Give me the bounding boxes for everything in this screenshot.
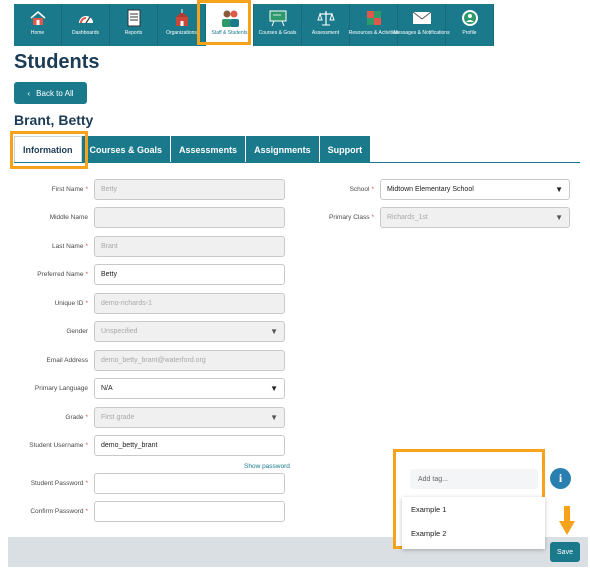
gauge-icon — [76, 8, 96, 28]
school-label: School — [349, 186, 370, 193]
nav-label: Home — [30, 30, 45, 36]
page-title: Students — [14, 51, 100, 73]
email-label: Email Address — [46, 357, 88, 364]
nav-label: Organizations — [166, 30, 197, 36]
password-row: Student Password * — [14, 473, 285, 494]
top-navigation: Home Dashboards Reports Organizations St… — [8, 4, 588, 46]
middle-name-field — [94, 207, 285, 228]
student-name-heading: Brant, Betty — [14, 112, 94, 128]
primary-language-row: Primary Language N/A ▼ — [14, 378, 285, 399]
nav-item-messages-notifications[interactable]: Messages & Notifications — [393, 4, 450, 46]
school-row: School * Midtown Elementary School ▼ — [300, 179, 570, 200]
caret-down-icon: ▼ — [270, 384, 278, 393]
password-input[interactable] — [94, 473, 285, 494]
middle-name-label: Middle Name — [49, 214, 88, 221]
nav-item-dashboards[interactable]: Dashboards — [62, 4, 110, 46]
nav-item-organizations[interactable]: Organizations — [158, 4, 206, 46]
house-icon — [28, 8, 48, 28]
primary-language-label: Primary Language — [34, 385, 88, 392]
nav-item-home[interactable]: Home — [14, 4, 62, 46]
grade-row: Grade * First grade ▼ — [14, 407, 285, 428]
caret-down-icon: ▼ — [555, 185, 563, 194]
school-building-icon — [172, 8, 192, 28]
username-input[interactable]: demo_betty_brant — [94, 435, 285, 456]
confirm-password-row: Confirm Password * — [14, 501, 285, 522]
nav-item-staff-students[interactable]: Staff & Students — [206, 4, 254, 46]
tag-options-list: Example 1 Example 2 — [402, 497, 545, 549]
nav-item-courses-goals[interactable]: Courses & Goals — [254, 4, 302, 46]
unique-id-field: demo-richards-1 — [94, 293, 285, 314]
add-tag-input[interactable]: Add tag... — [410, 469, 538, 489]
back-to-all-button[interactable]: ‹ Back to All — [14, 82, 87, 104]
first-name-label: First Name — [51, 186, 84, 193]
tab-bar: Information Courses & Goals Assessments … — [14, 136, 372, 163]
nav-label: Assessment — [311, 30, 340, 36]
caret-down-icon: ▼ — [555, 213, 563, 222]
profile-icon — [460, 8, 480, 28]
email-field: demo_betty_brant@waterford.org — [94, 350, 285, 371]
gender-label: Gender — [66, 328, 88, 335]
last-name-field: Brant — [94, 236, 285, 257]
tab-information[interactable]: Information — [14, 136, 82, 163]
unique-id-row: Unique ID * demo-richards-1 — [14, 293, 285, 314]
primary-language-select[interactable]: N/A ▼ — [94, 378, 285, 399]
tab-support[interactable]: Support — [319, 136, 372, 163]
arrow-down-icon — [559, 506, 575, 535]
preferred-name-input[interactable]: Betty — [94, 264, 285, 285]
scales-icon — [316, 8, 336, 28]
tab-assessments[interactable]: Assessments — [171, 136, 247, 163]
nav-item-assessment[interactable]: Assessment — [302, 4, 350, 46]
envelope-icon — [412, 8, 432, 28]
email-row: Email Address demo_betty_brant@waterford… — [14, 350, 285, 371]
preferred-name-row: Preferred Name * Betty — [14, 264, 285, 285]
caret-down-icon: ▼ — [270, 413, 278, 422]
username-label: Student Username — [29, 442, 84, 449]
tab-courses-goals[interactable]: Courses & Goals — [81, 136, 172, 163]
show-password-link[interactable]: Show password — [244, 463, 290, 470]
last-name-label: Last Name — [52, 243, 84, 250]
back-button-label: Back to All — [36, 88, 74, 98]
preferred-name-label: Preferred Name — [37, 271, 84, 278]
nav-bar: Home Dashboards Reports Organizations St… — [14, 4, 494, 46]
info-icon[interactable]: i — [550, 468, 571, 489]
school-select[interactable]: Midtown Elementary School ▼ — [380, 179, 570, 200]
first-name-field: Betty — [94, 179, 285, 200]
puzzle-icon — [364, 8, 384, 28]
gender-row: Gender Unspecified ▼ — [14, 321, 285, 342]
save-button[interactable]: Save — [550, 542, 580, 562]
gender-select: Unspecified ▼ — [94, 321, 285, 342]
caret-down-icon: ▼ — [270, 327, 278, 336]
middle-name-row: Middle Name — [14, 207, 285, 228]
nav-item-profile[interactable]: Profile — [446, 4, 494, 46]
people-icon — [220, 8, 240, 28]
tabs-divider — [14, 162, 580, 163]
confirm-password-label: Confirm Password — [30, 508, 84, 515]
grade-label: Grade — [65, 414, 84, 421]
report-icon — [124, 8, 144, 28]
password-label: Student Password — [30, 480, 84, 487]
unique-id-label: Unique ID — [54, 300, 84, 307]
nav-label: Courses & Goals — [258, 30, 297, 36]
nav-label: Staff & Students — [211, 30, 248, 36]
username-row: Student Username * demo_betty_brant — [14, 435, 285, 456]
grade-select: First grade ▼ — [94, 407, 285, 428]
last-name-row: Last Name * Brant — [14, 236, 285, 257]
nav-label: Reports — [124, 30, 143, 36]
first-name-row: First Name * Betty — [14, 179, 285, 200]
tab-assignments[interactable]: Assignments — [246, 136, 320, 163]
nav-label: Dashboards — [72, 30, 99, 36]
nav-label: Profile — [462, 30, 477, 36]
chevron-left-icon: ‹ — [27, 88, 31, 98]
nav-label: Resources & Activities — [348, 30, 399, 36]
tag-option[interactable]: Example 2 — [402, 521, 545, 545]
chalkboard-icon — [268, 8, 288, 28]
nav-item-reports[interactable]: Reports — [110, 4, 158, 46]
confirm-password-input[interactable] — [94, 501, 285, 522]
primary-class-select: Richards_1st ▼ — [380, 207, 570, 228]
nav-item-resources-activities[interactable]: Resources & Activities — [348, 4, 399, 46]
tag-option[interactable]: Example 1 — [402, 497, 545, 521]
primary-class-row: Primary Class * Richards_1st ▼ — [300, 207, 570, 228]
primary-class-label: Primary Class — [329, 214, 370, 221]
nav-label: Messages & Notifications — [393, 30, 450, 36]
